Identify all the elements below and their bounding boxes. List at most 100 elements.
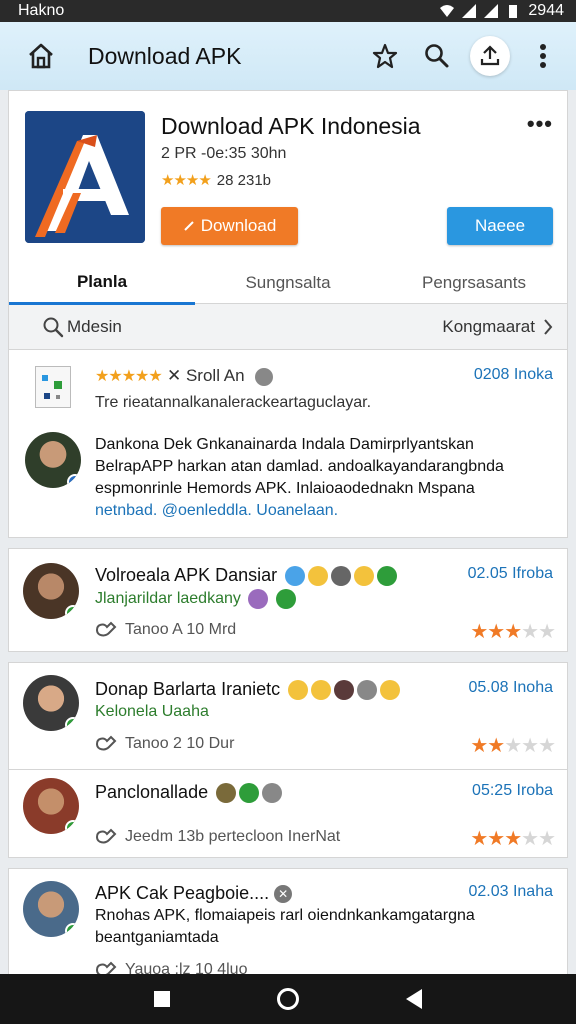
signal-icon-2: [484, 4, 499, 18]
overflow-menu-button[interactable]: [524, 37, 562, 75]
pencil-icon: [183, 221, 194, 231]
emoji-icon: [248, 589, 269, 609]
tab-bar: Planla Sungnsalta Pengrsasants: [9, 261, 567, 305]
sort-dropdown[interactable]: Kongmaarat: [442, 317, 553, 337]
info-icon: [255, 367, 274, 386]
emoji-icon: [308, 566, 329, 587]
verified-icon: [65, 605, 79, 619]
reviewer-name: Volroeala APK Dansiar: [95, 565, 398, 587]
emoji-icon: [275, 589, 296, 609]
emoji-icon: [239, 783, 260, 804]
reviewer-name: Donap Barlarta Iranietc: [95, 679, 401, 701]
secondary-button[interactable]: Naeee: [447, 207, 553, 245]
close-icon[interactable]: ✕: [274, 885, 293, 904]
rating-stars: ★★★★: [161, 172, 212, 189]
reply-icon: [95, 621, 117, 637]
app-header-card: Download APK Indonesia ••• 2 PR -0e:35 3…: [8, 90, 568, 305]
star-button[interactable]: [366, 37, 404, 75]
signal-icon: [462, 4, 477, 18]
home-nav-button[interactable]: [276, 988, 299, 1010]
verified-icon: [65, 820, 79, 834]
emoji-icon: [331, 566, 352, 587]
home-button[interactable]: [22, 37, 60, 75]
review-item[interactable]: APK Cak Peagboie.... ✕ 02.03 Inaha Rnoha…: [8, 868, 568, 988]
review-stars: ★★★★★: [470, 828, 556, 850]
carrier-label: Hakno: [18, 2, 65, 19]
emoji-icon: [216, 783, 237, 804]
review-text-line: netnbad. @oenleddla. Uoanelaan.: [95, 502, 339, 519]
page-title: Download APK: [88, 42, 242, 69]
secondary-button-label: Naeee: [474, 216, 526, 235]
chevron-right-icon: [544, 318, 553, 335]
clock: 2944: [528, 2, 564, 19]
more-options-button[interactable]: •••: [527, 111, 553, 137]
tab-2[interactable]: Sungnsalta: [195, 261, 381, 305]
avatar: [23, 563, 79, 619]
sort-label: Kongmaarat: [442, 316, 535, 336]
avatar: [23, 675, 79, 731]
review-date: 05.08 Inoha: [468, 679, 553, 696]
review-subline: Jlanjarildar laedkany: [95, 589, 296, 609]
emoji-icon: [288, 680, 309, 701]
download-button[interactable]: Download: [161, 207, 298, 245]
tab-3[interactable]: Pengrsasants: [381, 261, 567, 305]
verified-icon: [67, 474, 81, 488]
verified-icon: [65, 717, 79, 731]
verified-icon: [65, 923, 79, 937]
download-button-label: Download: [200, 216, 277, 235]
reviewer-name: Panclonallade: [95, 782, 283, 804]
rating-count: 28 231b: [216, 171, 272, 189]
app-logo-icon: [25, 111, 145, 243]
share-button[interactable]: [470, 36, 510, 76]
review-stars: ★★★★★: [470, 621, 556, 643]
star-outline-icon: [372, 43, 398, 69]
emoji-icon: [262, 783, 283, 804]
app-thumbnail: [35, 366, 71, 408]
back-button[interactable]: [406, 989, 423, 1009]
app-name: Download APK Indonesia: [161, 113, 421, 139]
review-date: 0208 Inoka: [473, 366, 553, 383]
review-search-bar[interactable]: Mdesin Kongmaarat: [8, 304, 568, 350]
review-footer: Tanoo A 10 Mrd: [95, 621, 236, 639]
more-vert-icon: [540, 44, 546, 68]
review-item[interactable]: ★★★★★ ✕ Sroll An 0208 Inoka Tre rieatann…: [8, 350, 568, 538]
review-date: 02.03 Inaha: [468, 883, 553, 900]
review-summary: Tre rieatannalkanalerackeartaguclayar.: [95, 394, 372, 411]
emoji-icon: [380, 680, 401, 701]
review-date: 05:25 Iroba: [472, 782, 553, 799]
emoji-icon: [311, 680, 332, 701]
emoji-icon: [354, 566, 375, 587]
status-bar: Hakno 2944: [0, 0, 576, 22]
emoji-icon: [334, 680, 355, 701]
home-icon: [29, 43, 53, 69]
reply-icon: [95, 735, 117, 751]
review-stars: ★★★★★: [95, 368, 163, 385]
avatar: [25, 432, 81, 488]
recents-button[interactable]: [153, 991, 170, 1007]
review-item[interactable]: Volroeala APK Dansiar 02.05 Ifroba Jlanj…: [8, 548, 568, 652]
review-text-line: espmonrinle Hemords APK. Inlaioaodednakn…: [95, 480, 475, 497]
review-footer: Tanoo 2 10 Dur: [95, 735, 234, 753]
wifi-icon: [440, 5, 455, 17]
app-logo: [25, 111, 145, 243]
search-label: Mdesin: [67, 316, 122, 336]
review-text-line: Rnohas APK, flomaiapeis rarl oiendnkanka…: [95, 907, 475, 924]
reviewer-name: ✕ Sroll An: [167, 366, 274, 386]
review-stars: ★★★★★: [470, 735, 556, 757]
app-meta: 2 PR -0e:35 30hn: [161, 145, 287, 162]
emoji-icon: [377, 566, 398, 587]
battery-icon: [509, 5, 518, 18]
app-bar: Download APK: [0, 22, 576, 90]
share-icon: [480, 45, 500, 66]
map-pin-icon: [42, 375, 62, 399]
tab-1[interactable]: Planla: [9, 261, 195, 305]
reply-icon: [95, 828, 117, 844]
reviewer-name: APK Cak Peagboie.... ✕: [95, 883, 293, 904]
search-icon: [425, 44, 449, 68]
review-text-line: Dankona Dek Gnkanainarda Indala Damirprl…: [95, 436, 474, 453]
search-button[interactable]: [418, 37, 456, 75]
review-item[interactable]: Donap Barlarta Iranietc 05.08 Inoha Kelo…: [8, 662, 568, 770]
avatar: [23, 778, 79, 834]
review-item[interactable]: Panclonallade 05:25 Iroba Jeedm 13b pert…: [8, 770, 568, 858]
system-nav-bar: [0, 974, 576, 1024]
